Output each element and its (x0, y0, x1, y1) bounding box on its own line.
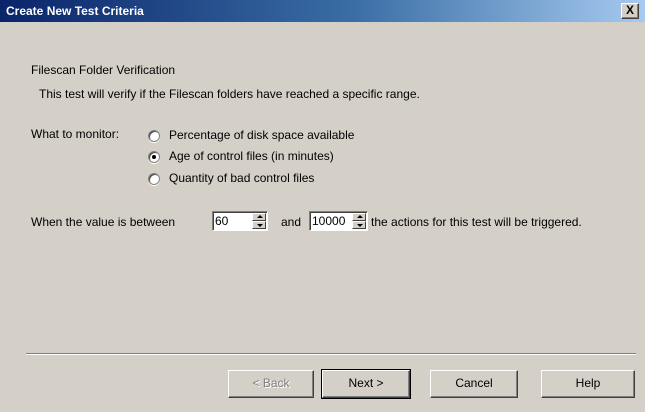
radio-bad-control-files-label[interactable]: Quantity of bad control files (169, 171, 314, 185)
range-prefix: When the value is between (31, 215, 176, 229)
high-value-input[interactable] (312, 213, 350, 229)
high-value-spin-buttons[interactable] (352, 213, 366, 229)
radio-age-control-files[interactable] (148, 151, 160, 163)
high-value-spinner[interactable] (309, 211, 368, 231)
separator (26, 353, 636, 355)
low-value-spinner[interactable] (212, 211, 268, 231)
test-name: Filescan Folder Verification (31, 63, 176, 77)
spin-down-icon[interactable] (252, 221, 266, 229)
back-button[interactable]: < Back (228, 370, 314, 398)
range-and-label: and (281, 215, 302, 229)
cancel-button[interactable]: Cancel (430, 370, 518, 398)
spin-up-icon[interactable] (252, 213, 266, 221)
test-description: This test will verify if the Filescan fo… (39, 87, 420, 101)
close-button[interactable]: X (621, 3, 639, 19)
close-icon: X (625, 3, 634, 17)
spin-up-icon[interactable] (352, 213, 366, 221)
title-bar: Create New Test Criteria X (0, 0, 645, 22)
next-button[interactable]: Next > (321, 369, 411, 399)
low-value-spin-buttons[interactable] (252, 213, 266, 229)
window-title: Create New Test Criteria (6, 4, 144, 18)
radio-bad-control-files[interactable] (148, 173, 160, 185)
monitor-label: What to monitor: (31, 127, 120, 141)
range-suffix: the actions for this test will be trigge… (371, 215, 582, 229)
radio-age-control-files-label[interactable]: Age of control files (in minutes) (169, 149, 334, 163)
low-value-input[interactable] (215, 213, 251, 229)
help-button[interactable]: Help (541, 370, 635, 398)
radio-disk-space-label[interactable]: Percentage of disk space available (169, 128, 354, 142)
spin-down-icon[interactable] (352, 221, 366, 229)
radio-disk-space[interactable] (148, 130, 160, 142)
